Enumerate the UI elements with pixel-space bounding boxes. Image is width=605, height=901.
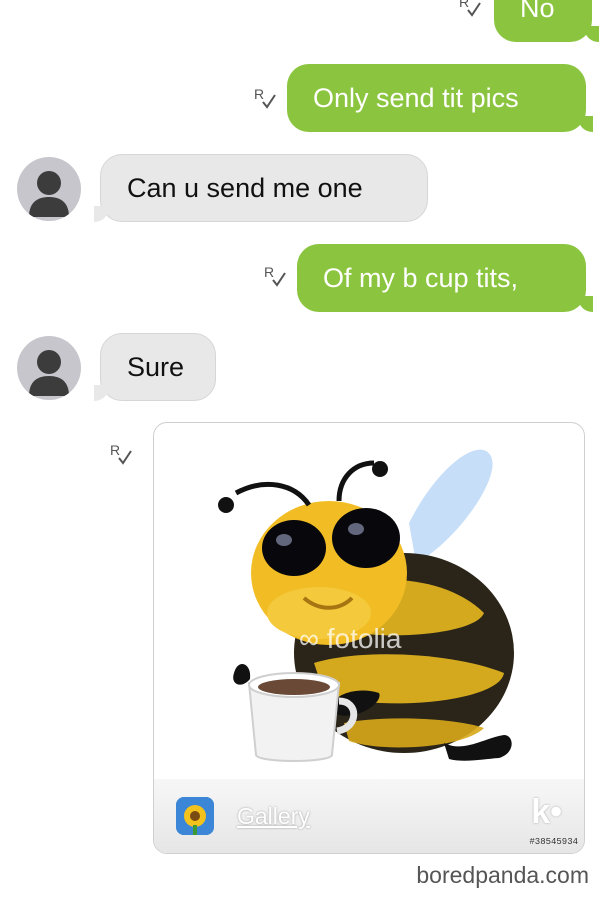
message-bubble-outgoing[interactable]: Of my b cup tits, bbox=[297, 244, 593, 312]
message-text: Can u send me one bbox=[127, 173, 363, 203]
gallery-app-icon[interactable] bbox=[176, 797, 214, 835]
contact-avatar[interactable] bbox=[17, 336, 81, 400]
avatar-silhouette-icon bbox=[29, 171, 69, 217]
receipt-letter: R bbox=[264, 264, 274, 280]
receipt-letter: R bbox=[110, 442, 120, 458]
message-bubble-outgoing[interactable]: Only send tit pics bbox=[287, 64, 593, 132]
watermark-text: fotolia bbox=[326, 623, 402, 654]
message-text: No bbox=[520, 0, 555, 23]
image-card-footer: Gallery k• #38545934 bbox=[154, 779, 584, 853]
message-text: Of my b cup tits, bbox=[323, 263, 519, 293]
receipt-letter: R bbox=[459, 0, 469, 10]
read-receipt-icon: R bbox=[252, 86, 278, 112]
message-text: Only send tit pics bbox=[313, 83, 519, 113]
read-receipt-icon: R bbox=[262, 264, 288, 290]
stock-id: #38545934 bbox=[529, 837, 578, 847]
message-bubble-incoming[interactable]: Can u send me one bbox=[94, 154, 428, 222]
source-credit: boredpanda.com bbox=[416, 862, 589, 888]
message-text: Sure bbox=[127, 352, 185, 382]
bee-sticker bbox=[218, 449, 514, 762]
read-receipt-icon: R bbox=[457, 0, 483, 20]
kik-logo: k• bbox=[531, 793, 562, 831]
watermark-icon: ∞ bbox=[299, 623, 327, 654]
image-message-card[interactable]: ∞ fotolia Gallery k• #38545934 bbox=[153, 422, 585, 854]
message-bubble-incoming[interactable]: Sure bbox=[94, 333, 216, 401]
receipt-letter: R bbox=[254, 86, 264, 102]
contact-avatar[interactable] bbox=[17, 157, 81, 221]
stock-watermark: ∞ fotolia bbox=[299, 623, 401, 655]
message-bubble-outgoing[interactable]: No bbox=[494, 0, 599, 42]
gallery-link[interactable]: Gallery bbox=[237, 803, 310, 830]
avatar-silhouette-icon bbox=[29, 350, 69, 396]
read-receipt-icon: R bbox=[108, 442, 134, 468]
